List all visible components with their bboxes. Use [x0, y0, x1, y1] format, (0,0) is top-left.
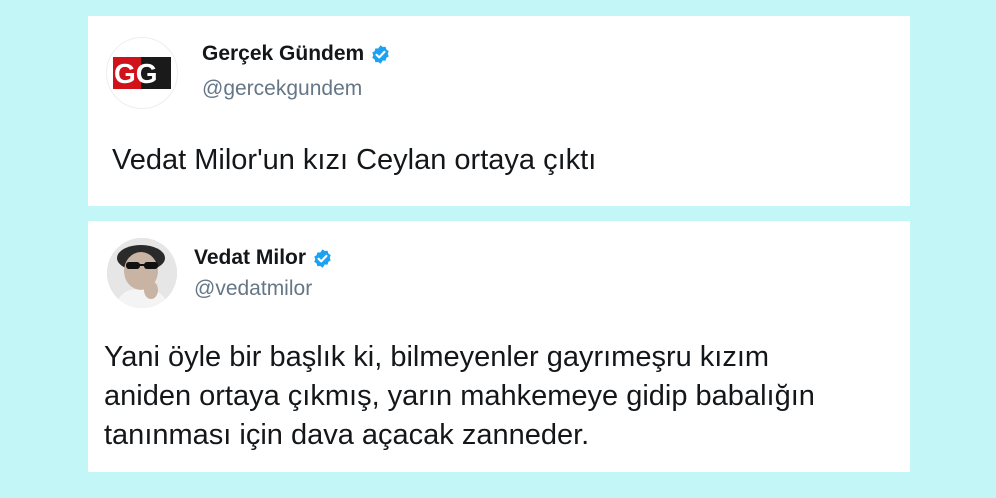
tweet-card-gercekgundem: GG Gerçek Gündem @gercekgundem Vedat Mil…	[88, 16, 910, 206]
verified-badge-icon	[314, 248, 331, 268]
gercek-gundem-logo: GG	[113, 57, 171, 89]
tweet-card-vedatmilor: Vedat Milor @vedatmilor Yani öyle bir ba…	[88, 221, 910, 472]
author-name[interactable]: Gerçek Gündem	[202, 42, 391, 66]
tweet-text: Yani öyle bir başlık ki, bilmeyenler gay…	[104, 338, 904, 455]
author-name[interactable]: Vedat Milor	[194, 246, 333, 270]
author-handle[interactable]: @vedatmilor	[194, 277, 312, 301]
avatar[interactable]	[107, 238, 177, 308]
profile-photo-icon	[107, 238, 177, 308]
verified-badge-icon	[372, 44, 389, 64]
tweet-text-line: tanınması için dava açacak zanneder.	[104, 419, 590, 451]
author-handle[interactable]: @gercekgundem	[202, 77, 362, 101]
tweet-text-line: aniden ortaya çıkmış, yarın mahkemeye gi…	[104, 380, 815, 412]
author-name-label: Gerçek Gündem	[202, 42, 365, 65]
avatar[interactable]: GG	[106, 37, 178, 109]
logo-text: GG	[114, 58, 158, 89]
author-name-label: Vedat Milor	[194, 246, 307, 269]
tweet-text-line: Yani öyle bir başlık ki, bilmeyenler gay…	[104, 341, 770, 373]
tweet-text: Vedat Milor'un kızı Ceylan ortaya çıktı	[112, 144, 597, 176]
